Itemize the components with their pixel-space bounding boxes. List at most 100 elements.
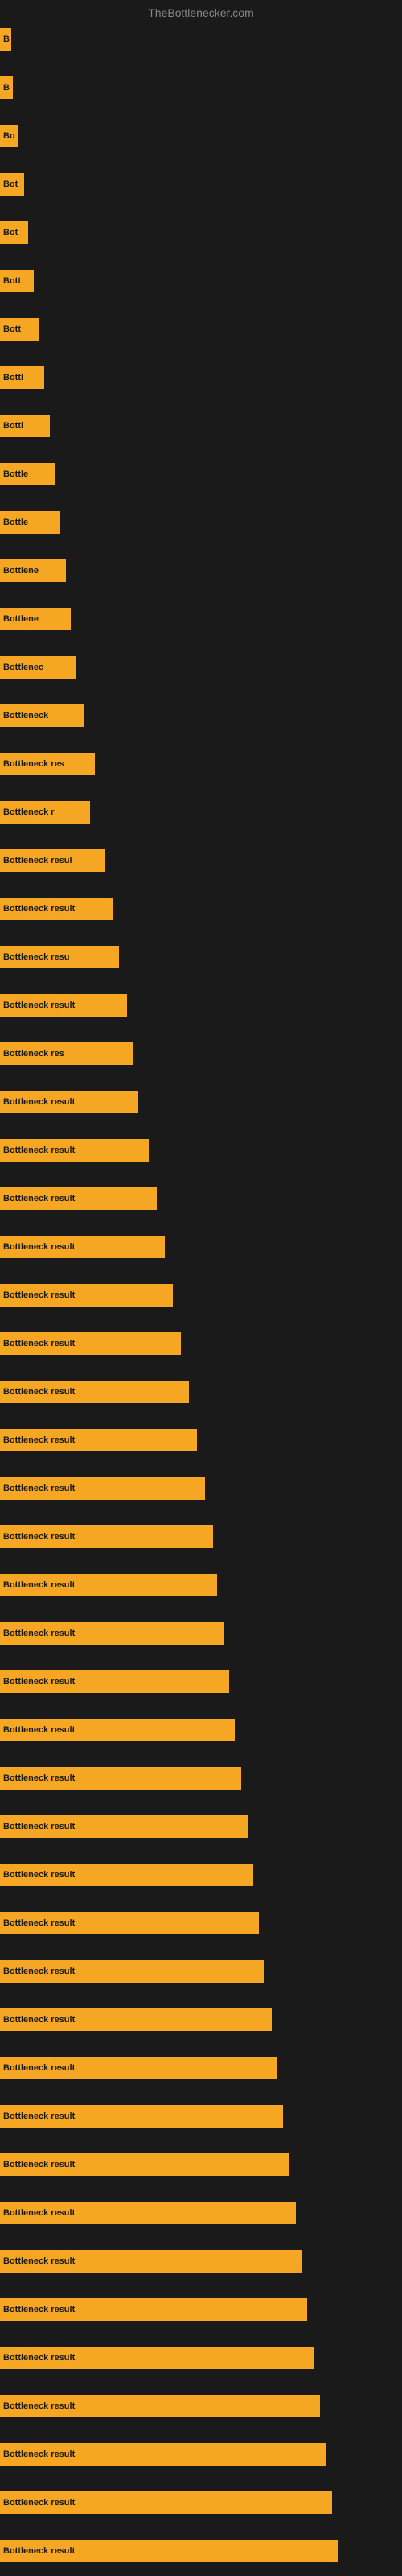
bar-item: Bottleneck result — [0, 2057, 277, 2079]
bottleneck-bar: Bottleneck result — [0, 1236, 165, 1258]
bottleneck-bar: Bottleneck result — [0, 1960, 264, 1983]
bottleneck-bar: Bottleneck r — [0, 801, 90, 824]
bar-item: Bottleneck result — [0, 1284, 173, 1307]
bar-item: Bottleneck result — [0, 1139, 149, 1162]
bar-item: B — [0, 28, 11, 51]
bottleneck-bar: Bottleneck result — [0, 1622, 224, 1645]
bar-item: Bottleneck result — [0, 898, 113, 920]
bar-item: Bottleneck res — [0, 1042, 133, 1065]
bottleneck-bar: Bottleneck result — [0, 1284, 173, 1307]
bottleneck-bar: Bo — [0, 125, 18, 147]
bottleneck-bar: Bottleneck result — [0, 2202, 296, 2224]
bar-item: Bott — [0, 318, 39, 341]
bar-item: B — [0, 76, 13, 99]
bar-item: Bo — [0, 125, 18, 147]
bottleneck-bar: Bottleneck result — [0, 2395, 320, 2417]
bar-item: Bottleneck result — [0, 1574, 217, 1596]
bottleneck-bar: Bott — [0, 318, 39, 341]
bottleneck-bar: Bottl — [0, 415, 50, 437]
bottleneck-bar: Bottlenec — [0, 656, 76, 679]
bar-item: Bottleneck result — [0, 2491, 332, 2514]
bar-item: Bottleneck result — [0, 1767, 241, 1790]
bar-item: Bottleneck result — [0, 2153, 289, 2176]
bar-item: Bottleneck result — [0, 1622, 224, 1645]
bar-item: Bottleneck result — [0, 1815, 248, 1838]
bar-item: Bottleneck resu — [0, 946, 119, 968]
bar-item: Bottleneck result — [0, 1719, 235, 1741]
bottleneck-bar: Bottleneck result — [0, 1525, 213, 1548]
bottleneck-bar: Bottleneck result — [0, 1864, 253, 1886]
bar-item: Bottleneck result — [0, 1912, 259, 1934]
site-title: TheBottlenecker.com — [148, 6, 254, 19]
bottleneck-bar: Bottleneck result — [0, 2250, 302, 2273]
bottleneck-bar: Bottleneck resul — [0, 849, 105, 872]
bottleneck-bar: Bottleneck result — [0, 2347, 314, 2369]
bottleneck-bar: Bottleneck result — [0, 2298, 307, 2321]
bar-item: Bottleneck — [0, 704, 84, 727]
bottleneck-bar: Bottleneck resu — [0, 946, 119, 968]
bottleneck-bar: Bottleneck result — [0, 2057, 277, 2079]
bar-item: Bottleneck result — [0, 1670, 229, 1693]
bottleneck-bar: Bottleneck result — [0, 1815, 248, 1838]
bar-item: Bottleneck result — [0, 994, 127, 1017]
bottleneck-bar: Bottleneck result — [0, 1429, 197, 1451]
bar-item: Bottleneck result — [0, 2395, 320, 2417]
bar-item: Bottleneck result — [0, 2540, 338, 2562]
bottleneck-bar: Bottleneck — [0, 704, 84, 727]
bottleneck-bar: Bottleneck result — [0, 1139, 149, 1162]
bar-item: Bottleneck result — [0, 2202, 296, 2224]
bar-item: Bot — [0, 173, 24, 196]
bottleneck-bar: Bottleneck result — [0, 2008, 272, 2031]
bar-item: Bottleneck result — [0, 1332, 181, 1355]
bottleneck-bar: Bottleneck result — [0, 1381, 189, 1403]
bottleneck-bar: Bottleneck result — [0, 2105, 283, 2128]
bar-item: Bott — [0, 270, 34, 292]
bottleneck-bar: Bottleneck res — [0, 1042, 133, 1065]
bottleneck-bar: Bottleneck result — [0, 1912, 259, 1934]
bottleneck-bar: B — [0, 28, 11, 51]
bottleneck-bar: Bottleneck res — [0, 753, 95, 775]
bar-item: Bottleneck result — [0, 1187, 157, 1210]
bar-item: Bottle — [0, 511, 60, 534]
bar-item: Bottleneck result — [0, 2347, 314, 2369]
bottleneck-bar: Bottleneck result — [0, 2443, 326, 2466]
bar-item: Bottleneck result — [0, 1960, 264, 1983]
bar-item: Bottleneck result — [0, 2443, 326, 2466]
bar-item: Bottlene — [0, 559, 66, 582]
bar-item: Bottleneck result — [0, 2008, 272, 2031]
bottleneck-bar: Bottleneck result — [0, 1719, 235, 1741]
bar-item: Bottleneck result — [0, 1381, 189, 1403]
bar-item: Bottle — [0, 463, 55, 485]
bottleneck-bar: Bottleneck result — [0, 1767, 241, 1790]
bottleneck-bar: Bottleneck result — [0, 2540, 338, 2562]
bar-item: Bottleneck r — [0, 801, 90, 824]
bar-item: Bottleneck result — [0, 1525, 213, 1548]
bar-item: Bottleneck result — [0, 2105, 283, 2128]
bottleneck-bar: Bottleneck result — [0, 1091, 138, 1113]
bar-item: Bottleneck result — [0, 1091, 138, 1113]
bar-item: Bottleneck result — [0, 2298, 307, 2321]
bottleneck-bar: Bot — [0, 221, 28, 244]
bottleneck-bar: Bottleneck result — [0, 1477, 205, 1500]
bottleneck-bar: Bott — [0, 270, 34, 292]
bar-item: Bottl — [0, 366, 44, 389]
bottleneck-bar: Bottleneck result — [0, 1332, 181, 1355]
bottleneck-bar: B — [0, 76, 13, 99]
bottleneck-bar: Bottleneck result — [0, 2153, 289, 2176]
bar-item: Bottleneck result — [0, 1236, 165, 1258]
bar-item: Bottlenec — [0, 656, 76, 679]
bar-item: Bottleneck result — [0, 1477, 205, 1500]
bar-item: Bot — [0, 221, 28, 244]
bar-item: Bottleneck result — [0, 1864, 253, 1886]
bar-item: Bottleneck result — [0, 1429, 197, 1451]
bottleneck-bar: Bottleneck result — [0, 2491, 332, 2514]
bottleneck-bar: Bottleneck result — [0, 1187, 157, 1210]
bottleneck-bar: Bottleneck result — [0, 1670, 229, 1693]
bar-item: Bottleneck res — [0, 753, 95, 775]
bottleneck-bar: Bottleneck result — [0, 994, 127, 1017]
bottleneck-bar: Bottlene — [0, 608, 71, 630]
bottleneck-bar: Bottle — [0, 511, 60, 534]
bottleneck-bar: Bottl — [0, 366, 44, 389]
bottleneck-bar: Bot — [0, 173, 24, 196]
bottleneck-bar: Bottleneck result — [0, 1574, 217, 1596]
